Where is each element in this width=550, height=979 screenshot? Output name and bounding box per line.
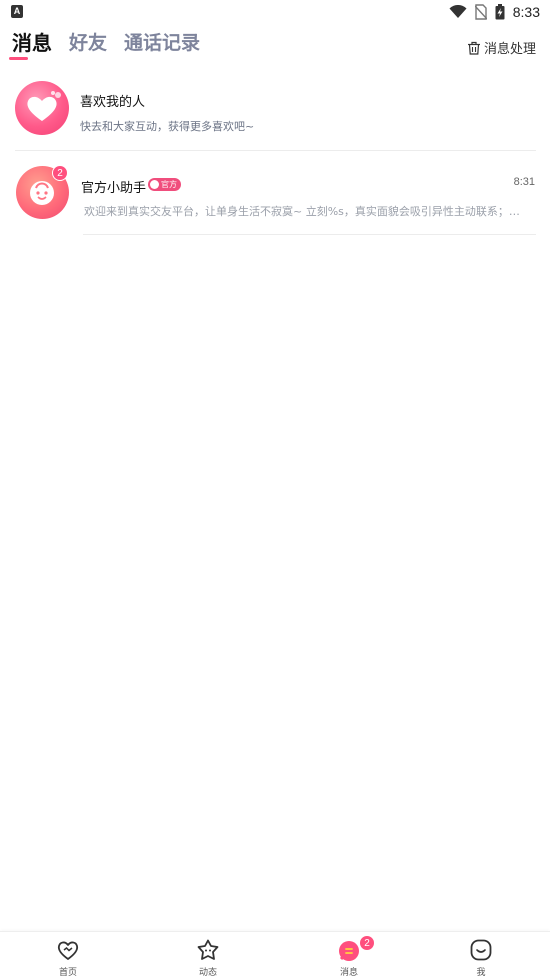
nav-moments[interactable]: 动态	[168, 932, 248, 979]
tab-call-history[interactable]: 通话记录	[124, 30, 200, 56]
trash-icon	[467, 41, 480, 55]
tab-friends-label: 好友	[69, 32, 108, 54]
tab-bar: 消息 好友 通话记录	[12, 30, 200, 56]
tab-active-indicator	[9, 57, 28, 60]
likes-title: 喜欢我的人	[80, 95, 146, 110]
likes-avatar	[15, 81, 69, 135]
official-tag: 官方	[148, 178, 181, 191]
a-notification-icon: A	[11, 5, 23, 18]
header: 消息 好友 通话记录 消息处理	[0, 26, 550, 70]
tab-friends[interactable]: 好友	[69, 30, 107, 56]
star-face-icon	[197, 939, 219, 960]
bottom-navigation: 首页 动态 2 消息 我	[0, 931, 550, 979]
message-management-label: 消息处理	[483, 42, 536, 57]
assistant-time: 8:31	[513, 176, 535, 188]
status-icons: 8:33	[449, 2, 540, 22]
no-sim-icon	[474, 4, 487, 20]
nav-me-label: 我	[476, 968, 486, 978]
nav-home[interactable]: 首页	[28, 932, 108, 979]
official-tag-label: 官方	[161, 180, 177, 189]
nav-messages[interactable]: 2 消息	[309, 932, 389, 979]
message-management-button[interactable]: 消息处理	[467, 38, 536, 57]
assistant-preview: 欢迎来到真实交友平台，让单身生活不寂寞~ 立刻%s，真实面貌会吸引异性主动联系；…	[84, 205, 529, 218]
list-item-official-assistant[interactable]: 2 官方小助手 官方 8:31 欢迎来到真实交友平台，让单身生活不寂寞~ 立刻%…	[0, 160, 550, 236]
divider	[15, 150, 536, 151]
profile-face-icon	[470, 939, 492, 961]
assistant-title: 官方小助手	[81, 181, 147, 196]
nav-messages-label: 消息	[339, 968, 358, 978]
verified-check-icon	[150, 180, 159, 189]
tab-call-history-label: 通话记录	[124, 32, 201, 54]
unread-badge: 2	[52, 165, 68, 181]
divider	[83, 234, 536, 235]
nav-me[interactable]: 我	[441, 932, 521, 979]
heart-icon	[27, 91, 61, 121]
nav-home-label: 首页	[58, 968, 77, 978]
list-item-likes[interactable]: 喜欢我的人 快去和大家互动，获得更多喜欢吧~	[0, 78, 550, 152]
tab-messages[interactable]: 消息	[12, 30, 52, 56]
likes-subtitle: 快去和大家互动，获得更多喜欢吧~	[80, 120, 255, 133]
nav-messages-badge: 2	[359, 935, 375, 951]
wifi-icon	[449, 5, 467, 18]
nav-moments-label: 动态	[198, 968, 217, 978]
status-time: 8:33	[512, 4, 540, 20]
tab-messages-label: 消息	[12, 31, 52, 55]
message-icon	[339, 941, 359, 961]
home-heart-icon	[57, 941, 79, 960]
status-bar: A 8:33	[0, 0, 550, 24]
battery-charging-icon	[495, 4, 505, 20]
